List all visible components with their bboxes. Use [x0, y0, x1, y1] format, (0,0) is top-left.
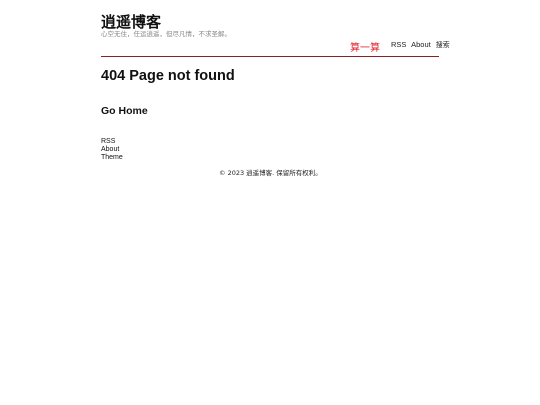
nav-search-link[interactable]: 搜索: [436, 41, 450, 49]
footer-links: RSS About Theme: [101, 138, 123, 162]
calc-link[interactable]: 算一算: [350, 39, 380, 54]
footer-rss-link[interactable]: RSS: [101, 138, 123, 146]
go-home-link[interactable]: Go Home: [101, 105, 148, 117]
footer-about-link[interactable]: About: [101, 146, 123, 154]
copyright-notice: © 2023 逍遥博客. 保留所有权利。: [219, 169, 322, 177]
header-divider: [101, 56, 439, 57]
footer-theme-link[interactable]: Theme: [101, 154, 123, 162]
nav-rss-link[interactable]: RSS: [391, 40, 406, 49]
header-nav: RSS About 搜索: [391, 40, 453, 50]
site-description: 心空无住，任运逍遥，但尽凡情，不求圣解。: [101, 30, 231, 38]
error-title: 404 Page not found: [101, 68, 235, 84]
nav-about-link[interactable]: About: [411, 40, 431, 49]
